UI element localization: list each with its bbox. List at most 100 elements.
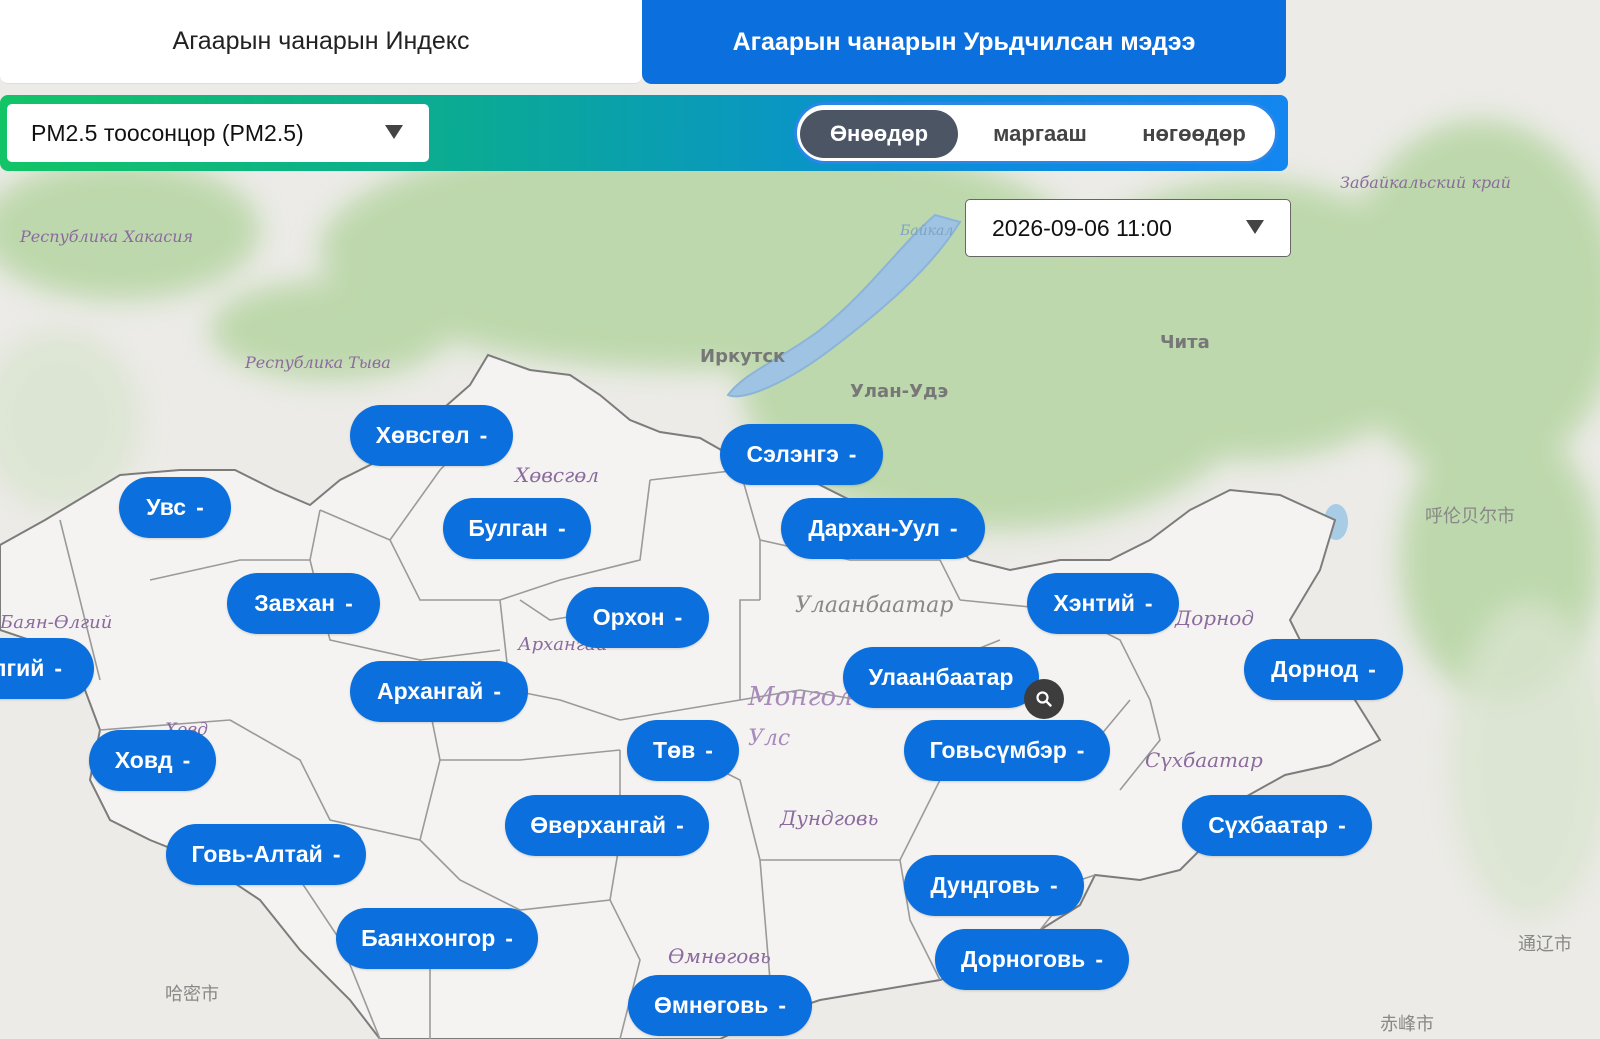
region-name: Өвөрхангай: [530, 812, 667, 838]
region-pill-uvs[interactable]: Увс -: [119, 477, 231, 538]
map-label-tyva: Республика Тыва: [244, 353, 391, 372]
region-name: Улаанбаатар: [868, 664, 1014, 690]
region-name: Говь-Алтай: [191, 841, 323, 867]
caret-down-icon: [385, 125, 403, 139]
region-name: Ховд: [114, 747, 173, 773]
region-value: -: [479, 422, 488, 448]
region-name: Завхан: [254, 590, 336, 616]
region-pill-bayan-olgii[interactable]: лгий-: [0, 638, 94, 699]
map-label-khakasia: Республика Хакасия: [19, 227, 193, 246]
region-pill-ulaanbaatar[interactable]: Улаанбаатар: [843, 647, 1039, 708]
region-pill-khovd[interactable]: Ховд -: [89, 730, 216, 791]
pollutant-select[interactable]: PM2.5 тоосонцор (PM2.5): [7, 104, 429, 162]
map-label-dornod: Дорнод: [1174, 606, 1254, 630]
map-label-sukhbaatar: Сүхбаатар: [1145, 748, 1263, 772]
region-name: Өмнөговь: [653, 992, 769, 1018]
map-label-dundgovi: Дундговь: [779, 806, 878, 830]
region-value: -: [1338, 812, 1346, 838]
region-value: -: [182, 747, 191, 773]
region-value: -: [705, 737, 713, 763]
region-value: -: [949, 515, 958, 541]
region-value: -: [196, 494, 204, 520]
region-pill-dornogovi[interactable]: Дорноговь -: [935, 929, 1129, 990]
map-label-irkutsk: Иркутск: [700, 346, 785, 367]
region-pill-khentii[interactable]: Хэнтий -: [1027, 573, 1179, 634]
pollutant-selected-value: PM2.5 тоосонцор (PM2.5): [31, 119, 304, 146]
region-name: Сүхбаатар: [1208, 812, 1329, 838]
region-name: Увс: [146, 494, 187, 520]
region-pill-bulgan[interactable]: Булган -: [443, 498, 591, 559]
region-value: -: [557, 515, 566, 541]
map-label-ulaanbaatar: Улаанбаатар: [795, 593, 953, 618]
region-value: -: [1144, 590, 1153, 616]
region-value: -: [332, 841, 341, 867]
region-value: -: [778, 992, 787, 1018]
day-tomorrow-button[interactable]: маргааш: [965, 110, 1115, 158]
tab-air-quality-forecast[interactable]: Агаарын чанарын Урьдчилсан мэдээ: [642, 0, 1286, 84]
map-label-chita: Чита: [1160, 332, 1210, 353]
region-name: Дархан-Уул: [808, 515, 940, 541]
region-pill-dornod[interactable]: Дорнод -: [1244, 639, 1403, 700]
region-value: -: [345, 590, 353, 616]
region-pill-arkhangai[interactable]: Архангай -: [350, 661, 528, 722]
map-label-baikal: Байкал: [899, 223, 953, 239]
region-pill-zavkhan[interactable]: Завхан -: [227, 573, 380, 634]
day-after-tomorrow-button[interactable]: нөгөөдөр: [1119, 110, 1269, 158]
region-value: -: [54, 655, 63, 681]
region-pill-selenge[interactable]: Сэлэнгэ -: [720, 424, 883, 485]
region-name: Дундговь: [930, 872, 1040, 898]
map-label-tongliao: 通辽市: [1518, 934, 1572, 955]
datetime-selected-value: 2026-09-06 11:00: [992, 214, 1172, 241]
region-name: Булган: [468, 515, 548, 541]
region-pill-govi-altai[interactable]: Говь-Алтай -: [166, 824, 366, 885]
region-name: Орхон: [592, 604, 665, 630]
region-pill-umnugovi[interactable]: Өмнөговь -: [628, 975, 812, 1036]
region-value: -: [676, 812, 684, 838]
region-pill-uvurkhangai[interactable]: Өвөрхангай -: [505, 795, 709, 856]
map-label-mongol: Монгол: [747, 682, 853, 712]
region-pill-bayankhongor[interactable]: Баянхонгор -: [336, 908, 538, 969]
region-value: -: [493, 678, 501, 704]
filter-toolbar: PM2.5 тоосонцор (PM2.5) Өнөөдөр маргааш …: [0, 95, 1288, 171]
map-label-hami: 哈密市: [165, 984, 219, 1005]
map-label-ulan-ude: Улан-Удэ: [850, 381, 948, 402]
day-today-button[interactable]: Өнөөдөр: [800, 110, 958, 158]
caret-down-icon: [1246, 220, 1264, 234]
region-value: -: [674, 604, 683, 630]
region-name: Дорнод: [1271, 656, 1359, 682]
region-pill-tuv[interactable]: Төв -: [627, 720, 739, 781]
map-label-zabaikal: Забайкальский край: [1340, 173, 1511, 192]
map-label-umnugovi: Өмнөговь: [668, 944, 771, 968]
datetime-select[interactable]: 2026-09-06 11:00: [965, 199, 1291, 257]
map-label-chifeng: 赤峰市: [1380, 1014, 1434, 1035]
tab-air-quality-index[interactable]: Агаарын чанарын Индекс: [0, 0, 642, 84]
region-value: -: [1076, 737, 1085, 763]
search-icon[interactable]: [1024, 679, 1064, 719]
region-value: -: [848, 441, 857, 467]
region-name: лгий: [0, 655, 45, 681]
region-pill-govisumber[interactable]: Говьсүмбэр -: [904, 720, 1110, 781]
tab-bar: Агаарын чанарын Индекс Агаарын чанарын У…: [0, 0, 1286, 86]
region-name: Баянхонгор: [361, 925, 496, 951]
region-pill-dundgovi[interactable]: Дундговь -: [904, 855, 1084, 916]
region-pill-khuvsgul[interactable]: Хөвсгөл -: [350, 405, 513, 466]
map-label-uls: Улс: [748, 726, 790, 751]
map-label-khovsgol: Хөвсгөл: [513, 463, 599, 487]
map-label-hulunbuir: 呼伦贝尔市: [1425, 506, 1515, 527]
map-label-bayan-olgii: Баян-Өлгий: [0, 612, 112, 633]
region-value: -: [1095, 946, 1103, 972]
day-selector: Өнөөдөр маргааш нөгөөдөр: [794, 102, 1278, 164]
region-value: -: [505, 925, 513, 951]
region-pill-sukhbaatar[interactable]: Сүхбаатар -: [1182, 795, 1372, 856]
region-name: Хөвсгөл: [375, 422, 470, 448]
region-value: -: [1049, 872, 1058, 898]
region-name: Дорноговь: [961, 946, 1086, 972]
region-name: Төв: [653, 737, 696, 763]
region-pill-orkhon[interactable]: Орхон -: [566, 587, 709, 648]
region-name: Говьсүмбэр: [929, 737, 1067, 763]
region-name: Хэнтий: [1053, 590, 1135, 616]
region-value: -: [1368, 656, 1376, 682]
region-name: Сэлэнгэ: [746, 441, 839, 467]
region-pill-darkhan-uul[interactable]: Дархан-Уул -: [781, 498, 985, 559]
region-name: Архангай: [376, 678, 484, 704]
